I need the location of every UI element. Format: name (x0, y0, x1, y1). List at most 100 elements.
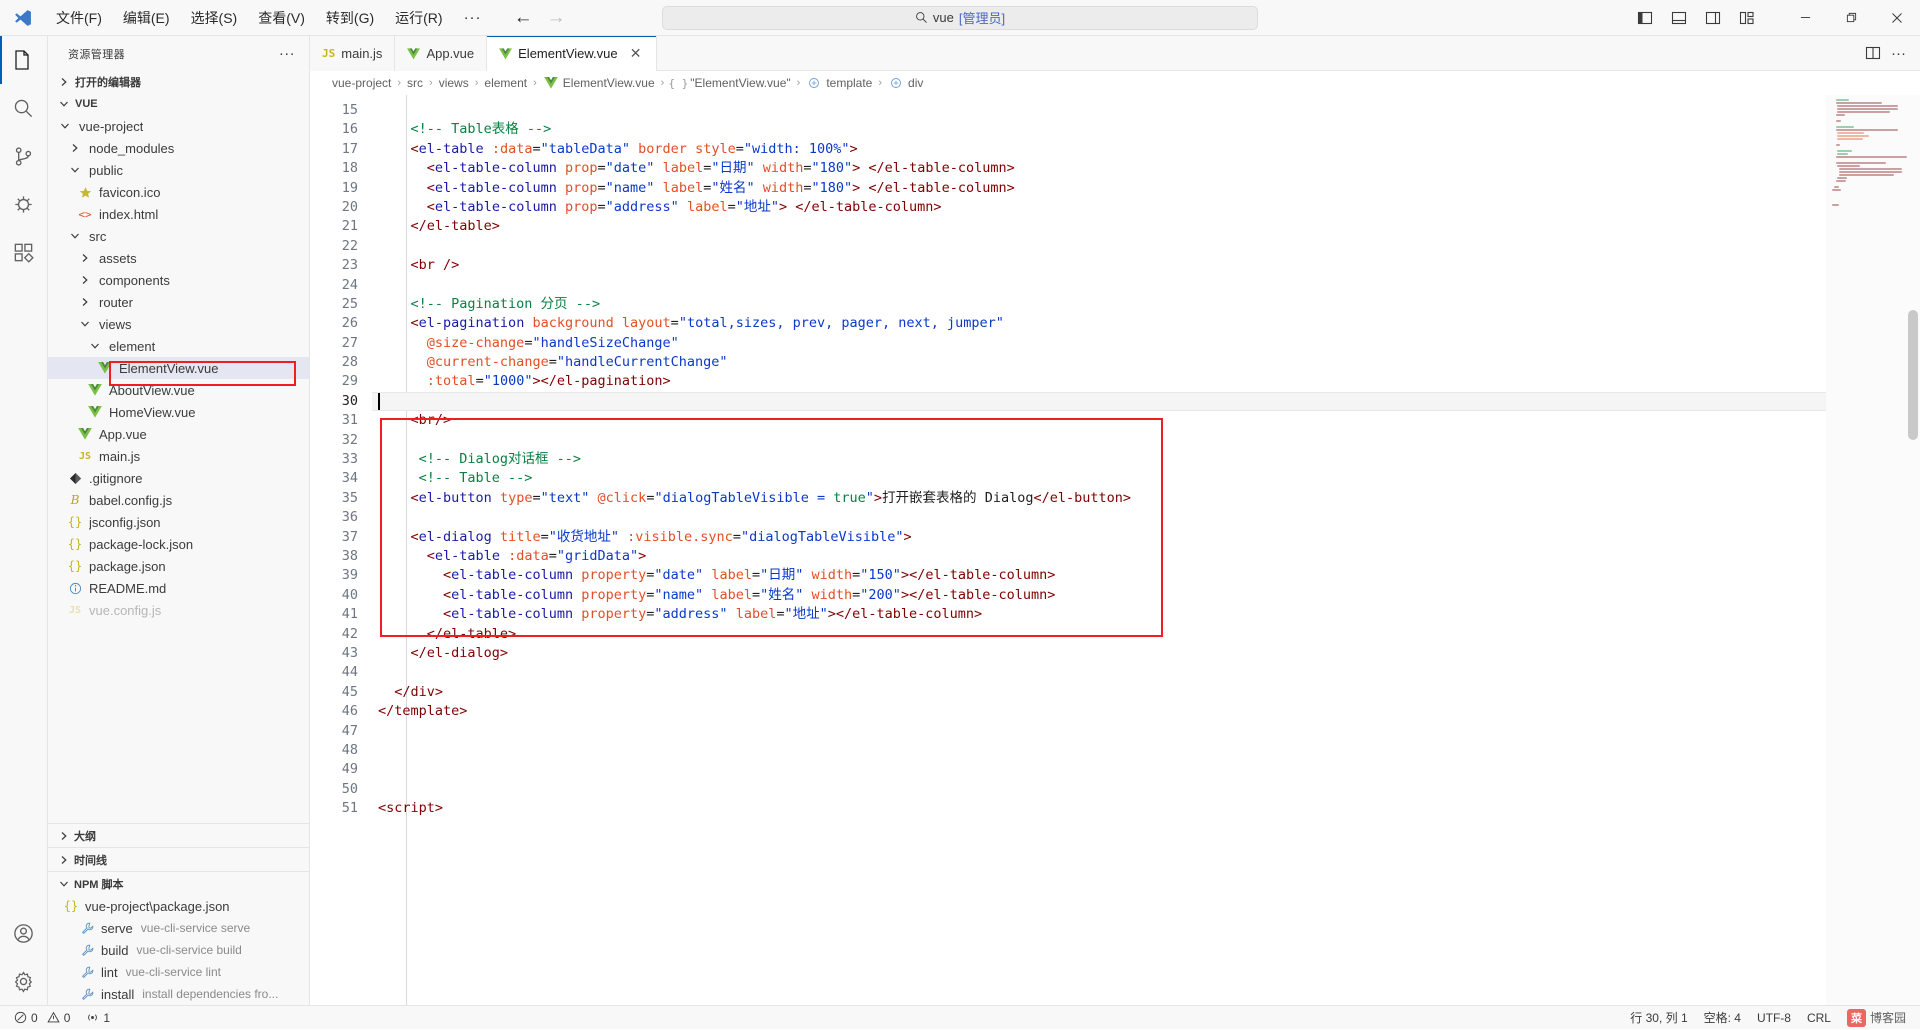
tree-file[interactable]: JS vue.config.js (48, 599, 309, 621)
npm-script-item[interactable]: build vue-cli-service build (48, 939, 309, 961)
status-problems[interactable]: 0 0 (6, 1006, 78, 1030)
breadcrumb-item[interactable]: template (806, 76, 872, 90)
code-line[interactable]: </template> (372, 702, 1826, 721)
code-line[interactable]: <!-- Dialog对话框 --> (372, 450, 1826, 469)
code-line[interactable]: </div> (372, 683, 1826, 702)
close-icon[interactable] (1874, 0, 1920, 36)
tree-file[interactable]: README.md (48, 577, 309, 599)
tree-file[interactable]: Bbabel.config.js (48, 489, 309, 511)
tree-folder[interactable]: element (48, 335, 309, 357)
breadcrumb-item[interactable]: div (888, 76, 923, 90)
activity-source-control[interactable] (0, 132, 48, 180)
status-eol[interactable]: CRL (1799, 1006, 1839, 1030)
activity-search[interactable] (0, 84, 48, 132)
scrollbar-thumb[interactable] (1908, 310, 1918, 440)
tree-folder[interactable]: views (48, 313, 309, 335)
breadcrumb-item[interactable]: src (407, 76, 423, 90)
arrow-left-icon[interactable]: ← (514, 8, 533, 27)
code-line[interactable]: @current-change="handleCurrentChange" (372, 353, 1826, 372)
npm-script-item[interactable]: lint vue-cli-service lint (48, 961, 309, 983)
tree-file[interactable]: {} package-lock.json (48, 533, 309, 555)
code-line[interactable] (372, 508, 1826, 527)
tree-file[interactable]: {} package.json (48, 555, 309, 577)
tree-file[interactable]: ElementView.vue (48, 357, 309, 379)
toggle-secondary-sidebar-icon[interactable] (1698, 4, 1728, 32)
tab-elementview-vue[interactable]: ElementView.vue ✕ (487, 36, 657, 71)
code-line[interactable]: <el-pagination background layout="total,… (372, 314, 1826, 333)
status-encoding[interactable]: UTF-8 (1749, 1006, 1799, 1030)
activity-explorer[interactable] (0, 36, 48, 84)
code-line[interactable] (372, 237, 1826, 256)
breadcrumb-item[interactable]: views (439, 76, 469, 90)
code-line[interactable]: <!-- Table表格 --> (372, 120, 1826, 139)
npm-script-item[interactable]: serve vue-cli-service serve (48, 917, 309, 939)
tree-folder[interactable]: src (48, 225, 309, 247)
tab-main-js[interactable]: JS main.js (310, 36, 396, 71)
activity-run-debug[interactable] (0, 180, 48, 228)
code-line[interactable] (372, 722, 1826, 741)
tree-file[interactable]: AboutView.vue (48, 379, 309, 401)
section-outline[interactable]: 大纲 (48, 823, 309, 847)
tree-file[interactable]: HomeView.vue (48, 401, 309, 423)
tree-file[interactable]: <> index.html (48, 203, 309, 225)
tree-folder[interactable]: public (48, 159, 309, 181)
code-line[interactable] (372, 760, 1826, 779)
npm-script-item[interactable]: install install dependencies fro... (48, 983, 309, 1005)
code-line[interactable] (372, 276, 1826, 295)
code-line[interactable] (372, 663, 1826, 682)
menu-more-button[interactable]: ··· (454, 5, 492, 30)
tree-folder[interactable]: vue-project (48, 115, 309, 137)
code-line[interactable]: <br /> (372, 256, 1826, 275)
minimize-icon[interactable] (1782, 0, 1828, 36)
tree-folder[interactable]: assets (48, 247, 309, 269)
sidebar-more-actions[interactable]: ··· (273, 45, 301, 62)
minimap[interactable] (1826, 95, 1920, 1005)
split-editor-icon[interactable] (1865, 45, 1881, 61)
tree-folder[interactable]: router (48, 291, 309, 313)
activity-manage-settings[interactable] (0, 957, 48, 1005)
code-line[interactable]: <el-button type="text" @click="dialogTab… (372, 489, 1826, 508)
restore-icon[interactable] (1828, 0, 1874, 36)
code-line[interactable]: <!-- Pagination 分页 --> (372, 295, 1826, 314)
section-timeline[interactable]: 时间线 (48, 847, 309, 871)
code-line[interactable]: <script> (372, 799, 1826, 818)
tree-file[interactable]: JS main.js (48, 445, 309, 467)
code-line[interactable] (372, 741, 1826, 760)
code-line[interactable]: <el-dialog title="收货地址" :visible.sync="d… (372, 528, 1826, 547)
tree-file[interactable]: favicon.ico (48, 181, 309, 203)
more-actions-icon[interactable]: ··· (1891, 46, 1906, 61)
close-icon[interactable]: ✕ (628, 45, 644, 62)
section-open-editors[interactable]: 打开的编辑器 (48, 71, 309, 93)
status-indentation[interactable]: 空格: 4 (1696, 1006, 1749, 1030)
code-line[interactable]: </el-table> (372, 217, 1826, 236)
code-line[interactable]: <el-table-column prop="address" label="地… (372, 198, 1826, 217)
breadcrumb-item[interactable]: vue-project (332, 76, 391, 90)
section-workspace[interactable]: VUE (48, 93, 309, 115)
code-line[interactable]: <el-table-column property="address" labe… (372, 605, 1826, 624)
status-ports[interactable]: 1 (78, 1006, 118, 1030)
code-line[interactable]: :total="1000"></el-pagination> (372, 372, 1826, 391)
toggle-panel-icon[interactable] (1664, 4, 1694, 32)
code-line[interactable]: <br/> (372, 411, 1826, 430)
tab-app-vue[interactable]: App.vue (395, 36, 488, 71)
command-center-search[interactable]: vue [管理员] (662, 5, 1258, 30)
breadcrumb-item[interactable]: element (484, 76, 527, 90)
breadcrumb-item[interactable]: { } "ElementView.vue" (668, 76, 790, 90)
code-line[interactable]: <el-table :data="tableData" border style… (372, 140, 1826, 159)
tree-file[interactable]: {} jsconfig.json (48, 511, 309, 533)
menu-view[interactable]: 查看(V) (248, 4, 315, 32)
customize-layout-icon[interactable] (1732, 4, 1762, 32)
code-line[interactable] (372, 101, 1826, 120)
status-line-col[interactable]: 行 30, 列 1 (1622, 1006, 1695, 1030)
code-line[interactable]: @size-change="handleSizeChange" (372, 334, 1826, 353)
toggle-primary-sidebar-icon[interactable] (1630, 4, 1660, 32)
tree-folder[interactable]: node_modules (48, 137, 309, 159)
code-line[interactable] (372, 391, 1826, 412)
tree-file[interactable]: App.vue (48, 423, 309, 445)
activity-accounts[interactable] (0, 909, 48, 957)
menu-run[interactable]: 运行(R) (385, 4, 452, 32)
activity-extensions[interactable] (0, 228, 48, 276)
code-line[interactable]: <!-- Table --> (372, 469, 1826, 488)
tree-folder[interactable]: components (48, 269, 309, 291)
menu-file[interactable]: 文件(F) (46, 4, 112, 32)
